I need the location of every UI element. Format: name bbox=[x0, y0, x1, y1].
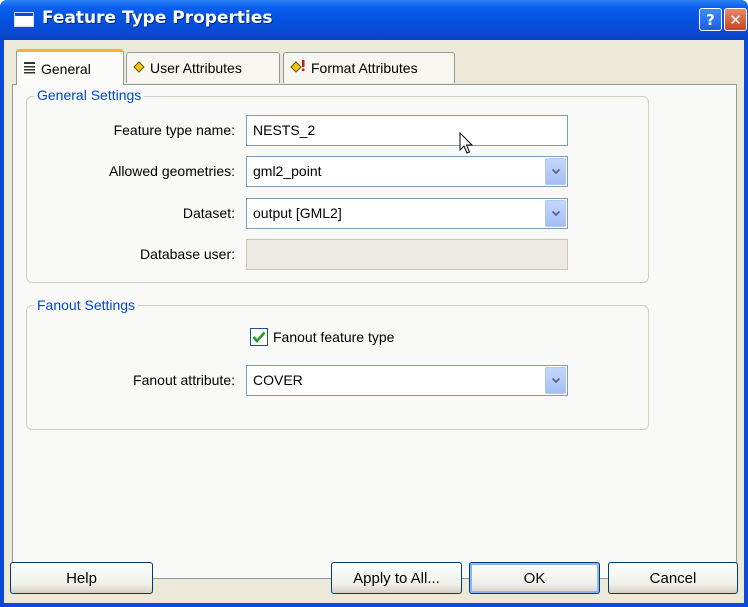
fanout-attribute-label: Fanout attribute: bbox=[133, 372, 235, 388]
dataset-label: Dataset: bbox=[182, 205, 235, 221]
close-title-button[interactable]: ✕ bbox=[724, 8, 747, 31]
allowed-geometries-value: gml2_point bbox=[253, 163, 322, 179]
chevron-down-icon bbox=[551, 378, 560, 383]
fanout-attribute-value: COVER bbox=[253, 372, 303, 388]
window-icon bbox=[14, 12, 34, 27]
database-user-input bbox=[246, 239, 568, 270]
help-button[interactable]: Help bbox=[10, 562, 153, 594]
dataset-dropdown-button[interactable] bbox=[545, 200, 566, 227]
tab-general-label: General bbox=[41, 60, 91, 77]
dataset-value: output [GML2] bbox=[253, 205, 342, 221]
mouse-cursor-icon bbox=[459, 132, 474, 154]
window-title: Feature Type Properties bbox=[42, 8, 273, 28]
chevron-down-icon bbox=[551, 169, 560, 174]
apply-to-all-button[interactable]: Apply to All... bbox=[331, 562, 462, 594]
chevron-down-icon bbox=[551, 211, 560, 216]
tab-format-attributes[interactable]: Format Attributes bbox=[283, 52, 455, 83]
fanout-settings-legend: Fanout Settings bbox=[34, 297, 139, 313]
checkmark-icon bbox=[252, 331, 266, 343]
diamond-exclamation-icon bbox=[290, 60, 306, 76]
title-bar[interactable]: Feature Type Properties ? ✕ bbox=[0, 0, 748, 40]
tab-general[interactable]: General bbox=[16, 49, 124, 85]
list-icon bbox=[23, 61, 36, 77]
fanout-feature-type-label[interactable]: Fanout feature type bbox=[273, 329, 394, 345]
database-user-label: Database user: bbox=[140, 246, 235, 262]
dialog-body: General User Attributes Format Attribute… bbox=[4, 40, 744, 603]
tab-format-attributes-label: Format Attributes bbox=[311, 60, 418, 76]
feature-type-properties-dialog: Feature Type Properties ? ✕ General User… bbox=[0, 0, 748, 607]
tab-user-attributes-label: User Attributes bbox=[150, 60, 242, 76]
ok-button[interactable]: OK bbox=[469, 562, 600, 594]
feature-type-name-input[interactable]: NESTS_2 bbox=[246, 115, 568, 146]
general-settings-legend: General Settings bbox=[34, 87, 145, 103]
feature-type-name-label: Feature type name: bbox=[113, 122, 235, 138]
allowed-geometries-dropdown-button[interactable] bbox=[545, 158, 566, 185]
fanout-attribute-dropdown[interactable]: COVER bbox=[246, 365, 568, 396]
feature-type-name-value: NESTS_2 bbox=[253, 122, 316, 138]
dataset-dropdown[interactable]: output [GML2] bbox=[246, 198, 568, 229]
diamond-icon bbox=[133, 60, 145, 76]
general-tab-panel: General Settings Feature type name: NEST… bbox=[12, 84, 737, 579]
allowed-geometries-label: Allowed geometries: bbox=[108, 163, 235, 179]
cancel-button[interactable]: Cancel bbox=[608, 562, 738, 594]
help-title-button[interactable]: ? bbox=[699, 8, 722, 31]
fanout-feature-type-checkbox[interactable] bbox=[250, 328, 268, 346]
fanout-attribute-dropdown-button[interactable] bbox=[545, 367, 566, 394]
tab-user-attributes[interactable]: User Attributes bbox=[126, 52, 280, 83]
allowed-geometries-dropdown[interactable]: gml2_point bbox=[246, 156, 568, 187]
